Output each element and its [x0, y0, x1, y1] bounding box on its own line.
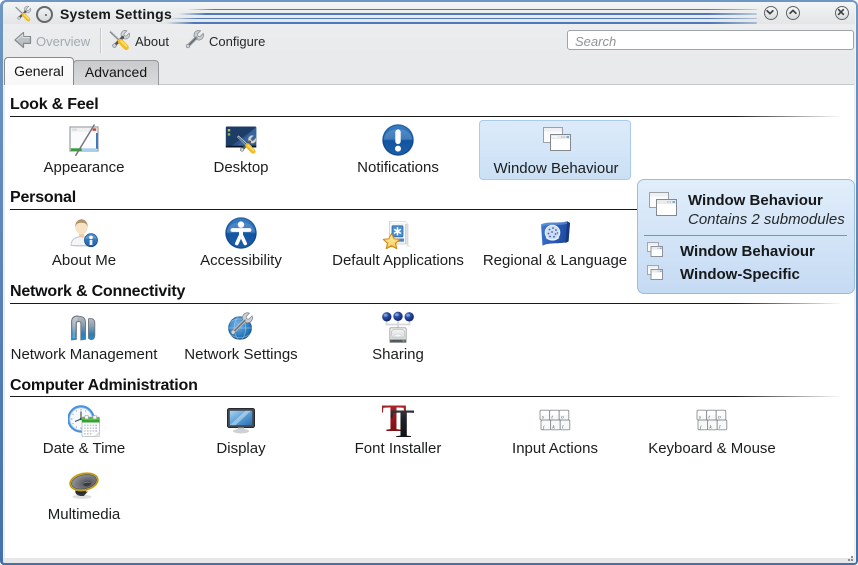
svg-text:s: s [542, 415, 544, 421]
svg-text:T: T [390, 405, 414, 437]
svg-text:o: o [718, 415, 721, 421]
svg-text:s: s [699, 415, 701, 421]
svg-text:o: o [561, 415, 564, 421]
